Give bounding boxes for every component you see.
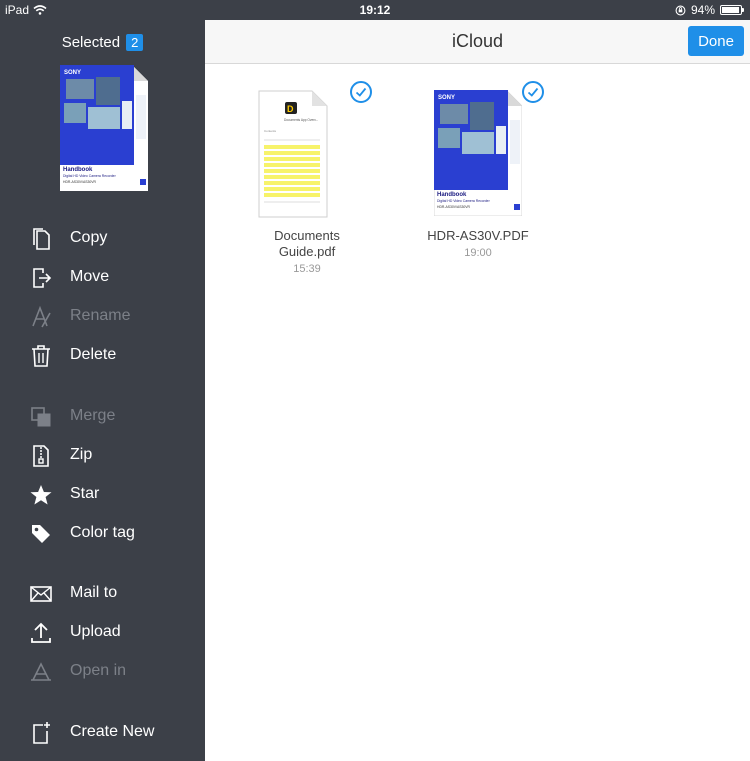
menu-item-color-tag[interactable]: Color tag bbox=[0, 515, 205, 551]
menu-item-open-in: Open in bbox=[0, 653, 205, 689]
menu-item-zip[interactable]: Zip bbox=[0, 437, 205, 473]
orientation-lock-icon bbox=[675, 5, 686, 15]
selection-header: Selected 2 bbox=[0, 34, 205, 51]
menu-item-label: Upload bbox=[70, 623, 121, 640]
status-right: 94% bbox=[675, 3, 744, 17]
file-modified-time: 15:39 bbox=[293, 263, 321, 275]
menu-item-delete[interactable]: Delete bbox=[0, 337, 205, 373]
merge-icon bbox=[28, 404, 54, 430]
clock: 19:12 bbox=[359, 3, 391, 17]
selected-check-icon[interactable] bbox=[522, 81, 544, 103]
nav-bar: iCloud Done bbox=[205, 20, 750, 64]
thumb-subtitle: Digital HD Video Camera Recorder bbox=[63, 174, 117, 178]
file-name: Documents Guide.pdf bbox=[242, 228, 372, 260]
doc-title-text: Documents App Overv... bbox=[284, 118, 318, 122]
doc-heading-text: Contents bbox=[264, 129, 277, 133]
action-sidebar: Selected 2 SONY Handbook Digital HD Vide… bbox=[0, 20, 205, 761]
trash-icon bbox=[28, 343, 54, 369]
file-item[interactable]: SONY Handbook Digital HD Video Camera Re… bbox=[413, 81, 544, 259]
file-name-line1: HDR-AS30V.PDF bbox=[427, 228, 529, 243]
zip-icon bbox=[28, 443, 54, 469]
menu-item-label: Move bbox=[70, 268, 110, 285]
menu-item-star[interactable]: Star bbox=[0, 476, 205, 512]
rename-icon bbox=[28, 304, 54, 330]
file-name: HDR-AS30V.PDF bbox=[413, 228, 543, 244]
menu-item-copy[interactable]: Copy bbox=[0, 220, 205, 256]
selected-label: Selected bbox=[61, 34, 121, 51]
file-name-line1: Documents bbox=[274, 228, 340, 243]
open-in-icon bbox=[28, 659, 54, 685]
pdf-document-thumbnail: D Documents App Overv... Contents bbox=[258, 90, 328, 218]
menu-item-label: Mail to bbox=[70, 584, 118, 601]
menu-item-label: Star bbox=[70, 485, 100, 502]
svg-text:D: D bbox=[287, 104, 294, 114]
menu-item-mail-to[interactable]: Mail to bbox=[0, 575, 205, 611]
menu-item-move[interactable]: Move bbox=[0, 259, 205, 295]
menu-item-create-new[interactable]: Create New bbox=[0, 714, 205, 750]
thumb-brand: SONY bbox=[64, 70, 81, 76]
pdf-document-thumbnail: SONY Handbook Digital HD Video Camera Re… bbox=[434, 90, 522, 216]
thumb-model: HDR-AS30V/AS30VR bbox=[63, 180, 97, 184]
file-name-line2: Guide.pdf bbox=[278, 244, 336, 259]
menu-item-label: Zip bbox=[70, 446, 93, 463]
star-icon bbox=[28, 482, 54, 508]
selected-check-icon[interactable] bbox=[350, 81, 372, 103]
menu-item-merge: Merge bbox=[0, 398, 205, 434]
file-modified-time: 19:00 bbox=[464, 247, 492, 259]
move-icon bbox=[28, 265, 54, 291]
battery-percent: 94% bbox=[690, 3, 715, 17]
menu-item-label: Delete bbox=[70, 346, 117, 363]
menu-item-label: Create New bbox=[70, 723, 155, 740]
mail-icon bbox=[28, 581, 54, 607]
battery-icon bbox=[720, 5, 744, 15]
thumb-model: HDR-AS30V/AS30VR bbox=[437, 205, 471, 209]
selection-preview-thumbnail: SONY Handbook Digital HD Video Camera Re… bbox=[60, 65, 148, 191]
menu-item-label: Open in bbox=[70, 662, 127, 679]
copy-icon bbox=[28, 226, 54, 252]
menu-item-rename: Rename bbox=[0, 298, 205, 334]
file-item[interactable]: D Documents App Overv... Contents Docume… bbox=[242, 81, 372, 275]
selected-count-badge: 2 bbox=[126, 34, 144, 51]
menu-item-label: Color tag bbox=[70, 524, 135, 541]
menu-item-label: Merge bbox=[70, 407, 116, 424]
menu-item-label: Rename bbox=[70, 307, 131, 324]
status-bar: iPad 19:12 94% bbox=[0, 0, 750, 20]
thumb-subtitle: Digital HD Video Camera Recorder bbox=[437, 199, 491, 203]
page-title: iCloud bbox=[451, 31, 504, 51]
thumb-title: Handbook bbox=[63, 167, 93, 173]
thumb-title: Handbook bbox=[437, 192, 467, 198]
menu-item-label: Copy bbox=[70, 229, 108, 246]
menu-item-upload[interactable]: Upload bbox=[0, 614, 205, 650]
upload-icon bbox=[28, 620, 54, 646]
done-button[interactable]: Done bbox=[688, 26, 744, 56]
thumb-brand: SONY bbox=[438, 95, 455, 101]
tag-icon bbox=[28, 521, 54, 547]
create-new-icon bbox=[28, 720, 54, 746]
